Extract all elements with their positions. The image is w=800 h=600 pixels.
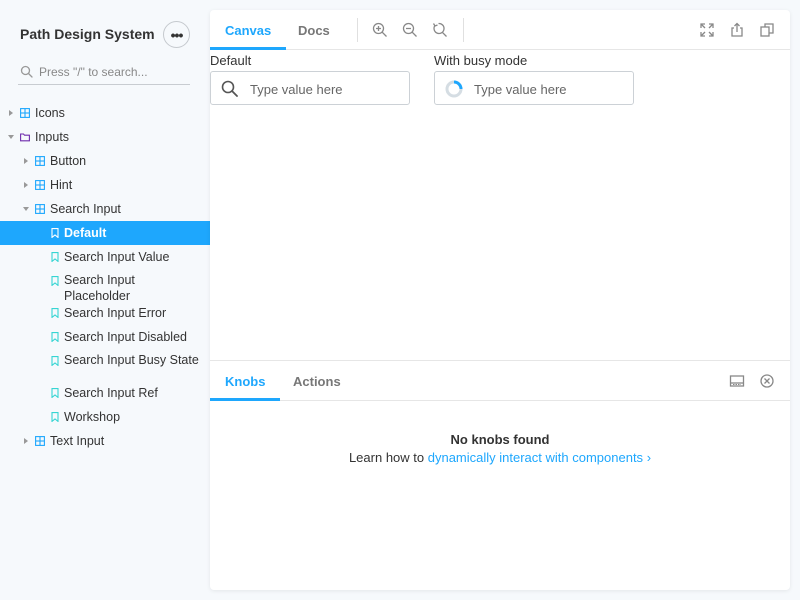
default-search-input[interactable] (250, 80, 400, 98)
share-icon[interactable] (729, 22, 745, 38)
component-icon (35, 436, 45, 446)
tab-actions[interactable]: Actions (278, 361, 356, 401)
caret-right-icon[interactable] (24, 181, 28, 188)
tree-item-icons[interactable]: Icons (0, 101, 210, 125)
tree-item-label: Default (64, 226, 107, 240)
brand-title[interactable]: Path Design System (20, 26, 155, 42)
tree-item-label: Search Input Error (64, 306, 167, 320)
search-icon (20, 65, 33, 78)
knobs-panel: No knobs found Learn how to dynamically … (210, 401, 790, 590)
component-icon (35, 180, 45, 190)
bookmark-icon (51, 388, 59, 398)
tree-item-label: Search Input Placeholder (64, 273, 135, 303)
tree-item-default[interactable]: Default (0, 221, 210, 245)
busy-field-label: With busy mode (434, 53, 528, 68)
tree-item-search-input-value[interactable]: Search Input Value (0, 245, 210, 269)
tree-item-inputs[interactable]: Inputs (0, 125, 210, 149)
component-icon (35, 156, 45, 166)
folder-icon (20, 133, 30, 142)
no-knobs-description: Learn how to dynamically interact with c… (210, 450, 790, 465)
close-panel-icon[interactable] (759, 373, 775, 389)
tree-item-label: Icons (35, 106, 65, 120)
fullscreen-icon[interactable] (699, 22, 715, 38)
caret-down-icon[interactable] (8, 135, 14, 139)
no-knobs-title: No knobs found (450, 432, 550, 447)
tree-item-search-input-placeholder[interactable]: Search Input Placeholder (0, 269, 210, 303)
zoom-out-icon[interactable] (402, 22, 418, 38)
tree-item-label: Search Input (50, 202, 121, 216)
tab-docs[interactable]: Docs (283, 10, 345, 50)
caret-right-icon[interactable] (24, 157, 28, 164)
busy-search-input[interactable] (474, 80, 624, 98)
preview-toolbar: Canvas Docs (210, 10, 790, 50)
preview-panel: Canvas Docs Default Type value here With… (210, 10, 790, 590)
search-input[interactable] (39, 63, 187, 81)
story-canvas: Default With busy mode (210, 50, 790, 360)
learn-link[interactable]: dynamically interact with components (428, 450, 643, 465)
busy-search-input-wrapper[interactable] (434, 71, 634, 105)
tree-item-search-input-error[interactable]: Search Input Error (0, 301, 210, 325)
chevron-right-icon: › (646, 450, 652, 465)
toolbar-divider (463, 18, 464, 42)
caret-right-icon[interactable] (9, 109, 13, 116)
loading-spinner-icon (445, 80, 463, 98)
default-field-label: Default (210, 53, 252, 68)
tree-item-label: Inputs (35, 130, 70, 144)
component-icon (35, 204, 45, 214)
tree-item-label: Workshop (64, 410, 121, 424)
tree-item-label: Hint (50, 178, 73, 192)
default-search-input-wrapper[interactable] (210, 71, 410, 105)
tree-item-workshop[interactable]: Workshop (0, 405, 210, 429)
addons-toolbar: Knobs Actions (210, 360, 790, 401)
bookmark-icon (51, 252, 59, 262)
tree-item-search-input-disabled[interactable]: Search Input Disabled (0, 325, 210, 349)
tree-item-hint[interactable]: Hint (0, 173, 210, 197)
bookmark-icon (51, 356, 59, 366)
bookmark-icon (51, 228, 59, 238)
panel-position-icon[interactable] (729, 373, 745, 389)
bookmark-icon (51, 276, 59, 286)
tree-item-search-input-ref[interactable]: Search Input Ref (0, 381, 210, 405)
tree-item-label: Text Input (50, 434, 105, 448)
tree-item-label: Search Input Ref (64, 386, 158, 400)
tree-item-label: Button (50, 154, 87, 168)
tree-item-button[interactable]: Button (0, 149, 210, 173)
caret-down-icon[interactable] (23, 207, 29, 211)
component-icon (20, 108, 30, 118)
learn-prefix: Learn how to (348, 450, 428, 465)
zoom-in-icon[interactable] (372, 22, 388, 38)
tab-knobs[interactable]: Knobs (210, 361, 281, 401)
tree-item-text-input[interactable]: Text Input (0, 429, 210, 453)
bookmark-icon (51, 412, 59, 422)
tree-item-label: Search Input Value (64, 250, 170, 264)
reset-zoom-icon[interactable] (432, 22, 448, 38)
copy-link-icon[interactable] (759, 22, 775, 38)
tree-item-search-input-busy-state[interactable]: Search Input Busy State (0, 349, 210, 381)
menu-button[interactable]: ••• (163, 21, 190, 48)
search-icon (221, 80, 238, 97)
caret-right-icon[interactable] (24, 437, 28, 444)
search-field[interactable] (18, 60, 190, 85)
toolbar-divider (357, 18, 358, 42)
bookmark-icon (51, 308, 59, 318)
tree-item-label: Search Input Busy State (64, 353, 199, 367)
tab-canvas[interactable]: Canvas (210, 10, 287, 50)
story-tree: Icons Inputs Button Hint Search Input Default… (0, 101, 210, 453)
bookmark-icon (51, 332, 59, 342)
tree-item-search-input[interactable]: Search Input (0, 197, 210, 221)
tree-item-label: Search Input Disabled (64, 330, 187, 344)
sidebar: Path Design System ••• Icons Inputs Button… (0, 0, 210, 600)
